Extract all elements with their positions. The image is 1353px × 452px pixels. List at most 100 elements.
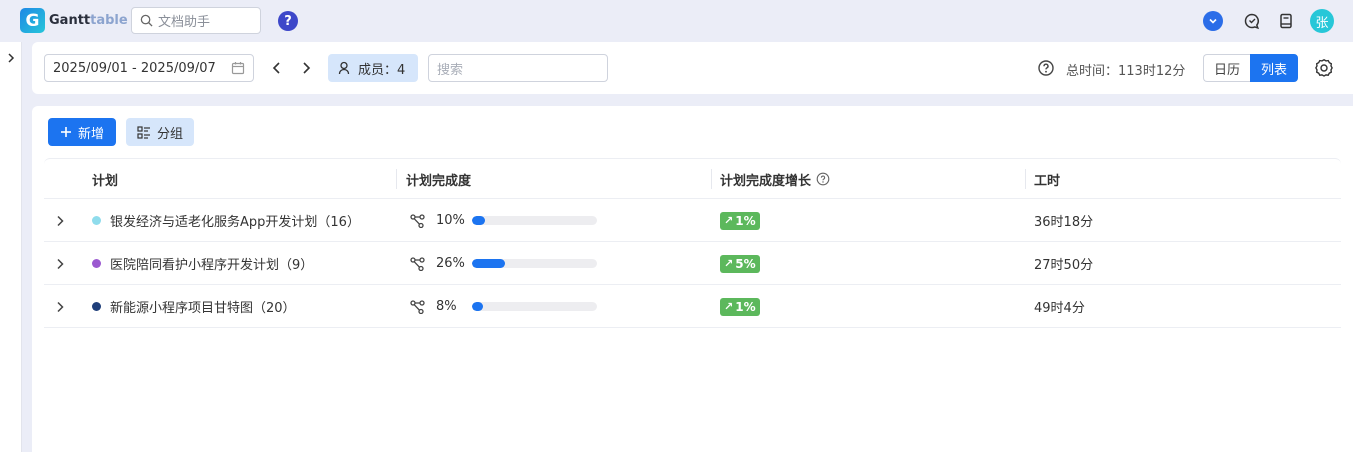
total-time: 总时间：113时12分 xyxy=(1066,60,1185,79)
total-time-label: 总时间： xyxy=(1066,64,1119,79)
progress-percent: 26% xyxy=(436,256,465,271)
group-list-icon xyxy=(137,125,150,139)
column-growth[interactable]: 计划完成度增长 xyxy=(720,159,830,199)
question-circle-icon[interactable] xyxy=(816,172,830,186)
trend-up-icon: ↗ xyxy=(724,300,734,313)
hours-cell: 27时50分 xyxy=(1034,258,1094,273)
hours-cell: 36时18分 xyxy=(1034,215,1094,230)
progress-bar xyxy=(472,259,597,268)
trend-up-icon: ↗ xyxy=(724,257,734,270)
members-filter-button[interactable]: 成员：4 xyxy=(328,54,418,82)
column-hours[interactable]: 工时 xyxy=(1034,159,1060,199)
progress-cell: 26% xyxy=(410,242,597,285)
list-view-button[interactable]: 列表 xyxy=(1250,54,1299,82)
column-progress[interactable]: 计划完成度 xyxy=(406,159,471,199)
date-range-picker[interactable]: 2025/09/01 - 2025/09/07 xyxy=(44,54,254,82)
progress-percent: 10% xyxy=(436,213,465,228)
question-circle-icon[interactable] xyxy=(1037,59,1055,77)
search-input[interactable]: 搜索 xyxy=(428,54,608,82)
growth-value: 1% xyxy=(735,213,756,228)
plan-name[interactable]: 新能源小程序项目甘特图（20） xyxy=(110,297,296,316)
expand-row-button[interactable] xyxy=(56,285,64,328)
logo-wordmark: Gantttable xyxy=(49,13,128,28)
progress-fill xyxy=(472,302,483,311)
chevron-right-icon xyxy=(302,62,310,74)
prev-week-button[interactable] xyxy=(266,58,286,78)
progress-percent: 8% xyxy=(436,299,457,314)
share-nodes-icon[interactable] xyxy=(410,213,425,228)
date-range-value: 2025/09/01 - 2025/09/07 xyxy=(53,60,216,76)
table-row[interactable]: 新能源小程序项目甘特图（20） 8% ↗ 1% 49时4分 xyxy=(44,285,1341,328)
plan-cell[interactable]: 银发经济与适老化服务App开发计划（16） xyxy=(92,199,360,242)
top-bar: G Gantttable 文档助手 ? 张 xyxy=(0,0,1353,42)
group-label: 分组 xyxy=(156,126,183,142)
logo-text-secondary: table xyxy=(90,13,128,28)
progress-cell: 10% xyxy=(410,199,597,242)
share-nodes-icon[interactable] xyxy=(410,256,425,271)
table-row[interactable]: 医院陪同看护小程序开发计划（9） 26% ↗ 5% 27时50分 xyxy=(44,242,1341,285)
progress-fill xyxy=(472,259,505,268)
left-rail xyxy=(0,42,22,452)
growth-value: 5% xyxy=(735,256,756,271)
gear-icon[interactable] xyxy=(1314,58,1334,78)
calendar-icon xyxy=(231,62,245,75)
progress-fill xyxy=(472,216,485,225)
chevron-right-icon xyxy=(57,301,64,312)
search-icon xyxy=(140,14,153,27)
add-button[interactable]: 新增 xyxy=(48,118,116,146)
next-week-button[interactable] xyxy=(296,58,316,78)
expand-row-button[interactable] xyxy=(56,199,64,242)
book-icon[interactable] xyxy=(1276,11,1296,31)
growth-badge: ↗ 1% xyxy=(720,211,760,230)
progress-bar xyxy=(472,216,597,225)
chat-icon[interactable] xyxy=(1242,11,1262,31)
doc-assistant-search[interactable]: 文档助手 xyxy=(131,7,261,34)
person-icon xyxy=(338,61,350,75)
column-divider[interactable] xyxy=(1025,169,1026,189)
app-logo[interactable]: G Gantttable xyxy=(20,8,128,33)
logo-text-primary: Gantt xyxy=(49,13,91,28)
growth-badge: ↗ 5% xyxy=(720,254,760,273)
plan-color-dot xyxy=(92,216,101,225)
chevron-right-icon xyxy=(57,258,64,269)
growth-cell: ↗ 5% xyxy=(720,242,760,285)
doc-assistant-placeholder: 文档助手 xyxy=(158,15,211,30)
help-circle-icon[interactable]: ? xyxy=(278,11,298,31)
plan-color-dot xyxy=(92,302,101,311)
chevron-down-circle-icon[interactable] xyxy=(1203,11,1223,31)
view-switch: 日历 列表 xyxy=(1203,54,1299,82)
column-divider[interactable] xyxy=(711,169,712,189)
chevron-right-icon xyxy=(57,215,64,226)
members-label: 成员：4 xyxy=(358,62,406,78)
expand-row-button[interactable] xyxy=(56,242,64,285)
chevron-right-icon[interactable] xyxy=(3,50,19,66)
table-body: 银发经济与适老化服务App开发计划（16） 10% ↗ 1% 36时18分 医院… xyxy=(44,199,1341,328)
progress-cell: 8% xyxy=(410,285,597,328)
chevron-left-icon xyxy=(272,62,280,74)
plan-name[interactable]: 银发经济与适老化服务App开发计划（16） xyxy=(110,211,360,230)
growth-badge: ↗ 1% xyxy=(720,297,760,316)
column-divider[interactable] xyxy=(396,169,397,189)
add-label: 新增 xyxy=(77,126,104,142)
plan-cell[interactable]: 医院陪同看护小程序开发计划（9） xyxy=(92,242,313,285)
table-row[interactable]: 银发经济与适老化服务App开发计划（16） 10% ↗ 1% 36时18分 xyxy=(44,199,1341,242)
search-placeholder: 搜索 xyxy=(437,62,464,78)
main-content: 新增 分组 计划 计划完成度 计划完成度增长 工时 银发经济与适老化服务App开… xyxy=(32,106,1353,452)
plan-cell[interactable]: 新能源小程序项目甘特图（20） xyxy=(92,285,296,328)
plan-color-dot xyxy=(92,259,101,268)
logo-mark-icon: G xyxy=(20,8,45,33)
plus-icon xyxy=(60,127,71,137)
plan-table: 计划 计划完成度 计划完成度增长 工时 银发经济与适老化服务App开发计划（16… xyxy=(44,158,1341,328)
share-nodes-icon[interactable] xyxy=(410,299,425,314)
group-button[interactable]: 分组 xyxy=(126,118,194,146)
growth-cell: ↗ 1% xyxy=(720,199,760,242)
avatar[interactable]: 张 xyxy=(1310,9,1334,33)
total-time-value: 113时12分 xyxy=(1118,64,1186,79)
calendar-view-button[interactable]: 日历 xyxy=(1203,54,1251,82)
trend-up-icon: ↗ xyxy=(724,214,734,227)
growth-value: 1% xyxy=(735,299,756,314)
plan-name[interactable]: 医院陪同看护小程序开发计划（9） xyxy=(110,254,313,273)
column-plan[interactable]: 计划 xyxy=(92,159,118,199)
filter-panel: 2025/09/01 - 2025/09/07 成员：4 搜索 总时间：113时… xyxy=(32,42,1353,94)
hours-cell: 49时4分 xyxy=(1034,301,1085,316)
